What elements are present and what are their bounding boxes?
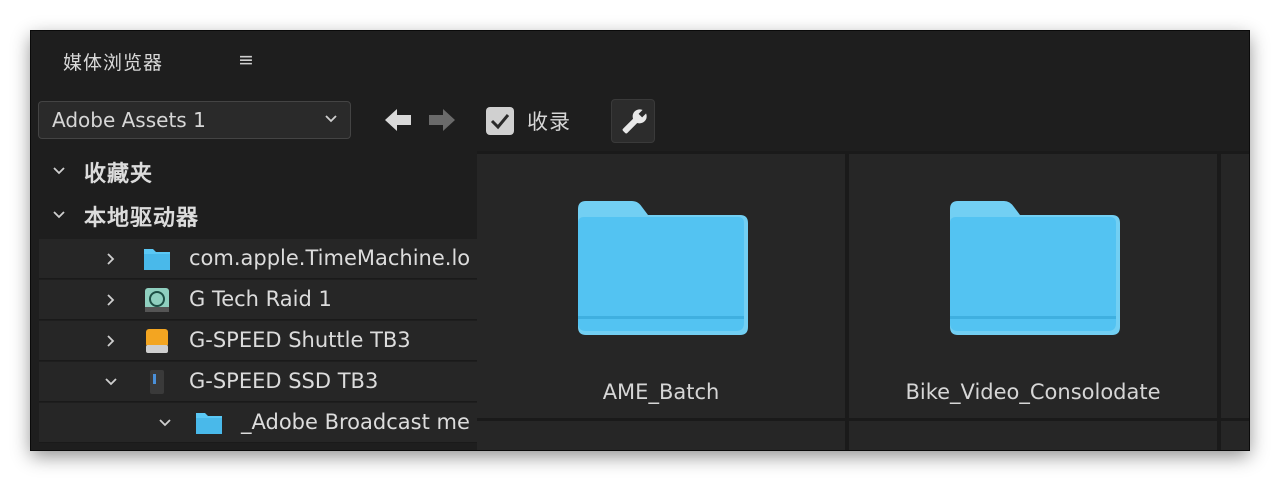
media-tile[interactable]: Bike_Video_Consolodate (849, 154, 1217, 418)
chevron-right-icon (107, 294, 115, 306)
ssd-drive-icon (150, 370, 164, 394)
tree-section-label: 本地驱动器 (84, 206, 200, 231)
checkmark-icon (490, 114, 510, 130)
tree-item[interactable]: com.apple.TimeMachine.lo (39, 239, 477, 279)
tree-section-favorites[interactable]: 收藏夹 (39, 151, 477, 191)
folder-tree: 收藏夹 本地驱动器 com.apple.TimeMachine.lo G Tec… (39, 151, 477, 450)
tree-section-local-drives[interactable]: 本地驱动器 (39, 195, 477, 235)
time-machine-drive-icon (145, 288, 169, 312)
chevron-down-icon (159, 419, 171, 427)
chevron-down-icon (325, 115, 337, 123)
panel-header: 媒体浏览器 ≡ (31, 31, 1249, 91)
arrow-left-icon[interactable] (383, 105, 413, 135)
location-dropdown-value: Adobe Assets 1 (52, 108, 206, 132)
external-drive-icon (146, 329, 168, 353)
tree-item[interactable]: _Adobe Broadcast me (39, 403, 477, 443)
tree-item[interactable]: G-SPEED Shuttle TB3 (39, 321, 477, 361)
chevron-down-icon (53, 167, 65, 175)
folder-icon (950, 201, 1120, 335)
media-grid: AME_Batch Bike_Video_Consolodate (477, 151, 1249, 450)
folder-icon (144, 249, 170, 270)
media-tile-partial[interactable] (1221, 154, 1249, 418)
media-tile-label: AME_Batch (602, 380, 720, 404)
chevron-down-icon (105, 378, 117, 386)
ingest-settings-button[interactable] (611, 99, 655, 143)
tree-item-label: _Adobe Broadcast me (241, 410, 470, 434)
folder-icon (196, 413, 222, 434)
tree-item[interactable]: G Tech Raid 1 (39, 280, 477, 320)
media-tile[interactable]: AME_Batch (477, 154, 845, 418)
tree-item[interactable]: G-SPEED SSD TB3 (39, 362, 477, 402)
tree-item-label: G-SPEED Shuttle TB3 (189, 328, 411, 352)
chevron-right-icon (107, 335, 115, 347)
folder-icon (578, 201, 748, 335)
location-dropdown[interactable]: Adobe Assets 1 (38, 101, 351, 139)
arrow-right-icon[interactable] (427, 105, 457, 135)
panel-menu-icon[interactable]: ≡ (235, 49, 257, 71)
media-tile-partial[interactable] (849, 421, 1217, 450)
tree-item-label: G-SPEED SSD TB3 (189, 369, 379, 393)
ingest-label: 收录 (527, 110, 571, 134)
tree-section-label: 收藏夹 (84, 162, 154, 187)
media-tile-partial[interactable] (477, 421, 845, 450)
media-tile-label: Bike_Video_Consolodate (905, 380, 1161, 404)
toolbar: Adobe Assets 1 收录 (31, 91, 1249, 151)
media-browser-panel: 媒体浏览器 ≡ Adobe Assets 1 收录 收藏夹 本地驱动器 com.… (31, 31, 1249, 450)
chevron-right-icon (107, 253, 115, 265)
tree-item-label: com.apple.TimeMachine.lo (189, 246, 471, 270)
ingest-checkbox[interactable] (486, 107, 514, 135)
chevron-down-icon (53, 211, 65, 219)
wrench-icon (622, 108, 648, 134)
tree-item-label: G Tech Raid 1 (189, 287, 332, 311)
panel-title: 媒体浏览器 (63, 52, 164, 74)
media-tile-partial[interactable] (1221, 421, 1249, 450)
